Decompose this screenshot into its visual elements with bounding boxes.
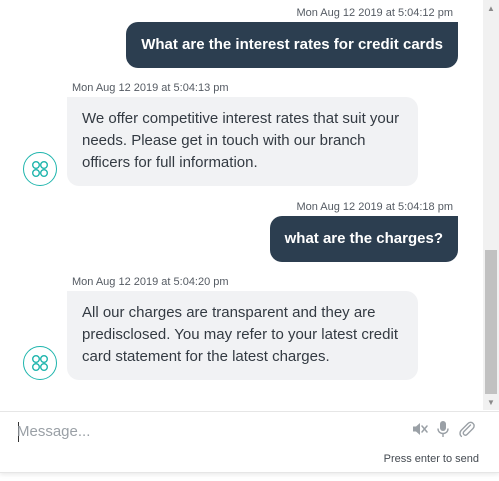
message-list: Mon Aug 12 2019 at 5:04:12 pm What are t… [0, 0, 483, 410]
speaker-mute-icon[interactable] [410, 419, 430, 439]
bot-avatar [23, 152, 57, 186]
message-timestamp: Mon Aug 12 2019 at 5:04:18 pm [296, 201, 453, 213]
user-message-bubble: What are the interest rates for credit c… [126, 22, 458, 68]
user-message-bubble: what are the charges? [269, 216, 458, 262]
scroll-up-arrow-icon[interactable]: ▲ [483, 0, 499, 16]
bot-logo-icon [32, 161, 48, 177]
bot-message-bubble: All our charges are transparent and they… [67, 291, 418, 380]
message-input[interactable] [17, 420, 377, 442]
message-timestamp: Mon Aug 12 2019 at 5:04:12 pm [296, 7, 453, 19]
scrollbar-thumb[interactable] [485, 250, 497, 394]
bot-logo-icon [32, 355, 48, 371]
bot-avatar [23, 346, 57, 380]
bot-message-bubble: We offer competitive interest rates that… [67, 97, 418, 186]
paperclip-icon[interactable] [457, 419, 477, 439]
microphone-icon[interactable] [433, 419, 453, 439]
message-composer [0, 411, 499, 451]
message-timestamp: Mon Aug 12 2019 at 5:04:20 pm [72, 276, 229, 288]
chat-widget: Mon Aug 12 2019 at 5:04:12 pm What are t… [0, 0, 499, 473]
message-scrollbar[interactable]: ▲ ▼ [483, 0, 499, 410]
send-hint: Press enter to send [383, 453, 479, 465]
scroll-down-arrow-icon[interactable]: ▼ [483, 394, 499, 410]
message-timestamp: Mon Aug 12 2019 at 5:04:13 pm [72, 82, 229, 94]
